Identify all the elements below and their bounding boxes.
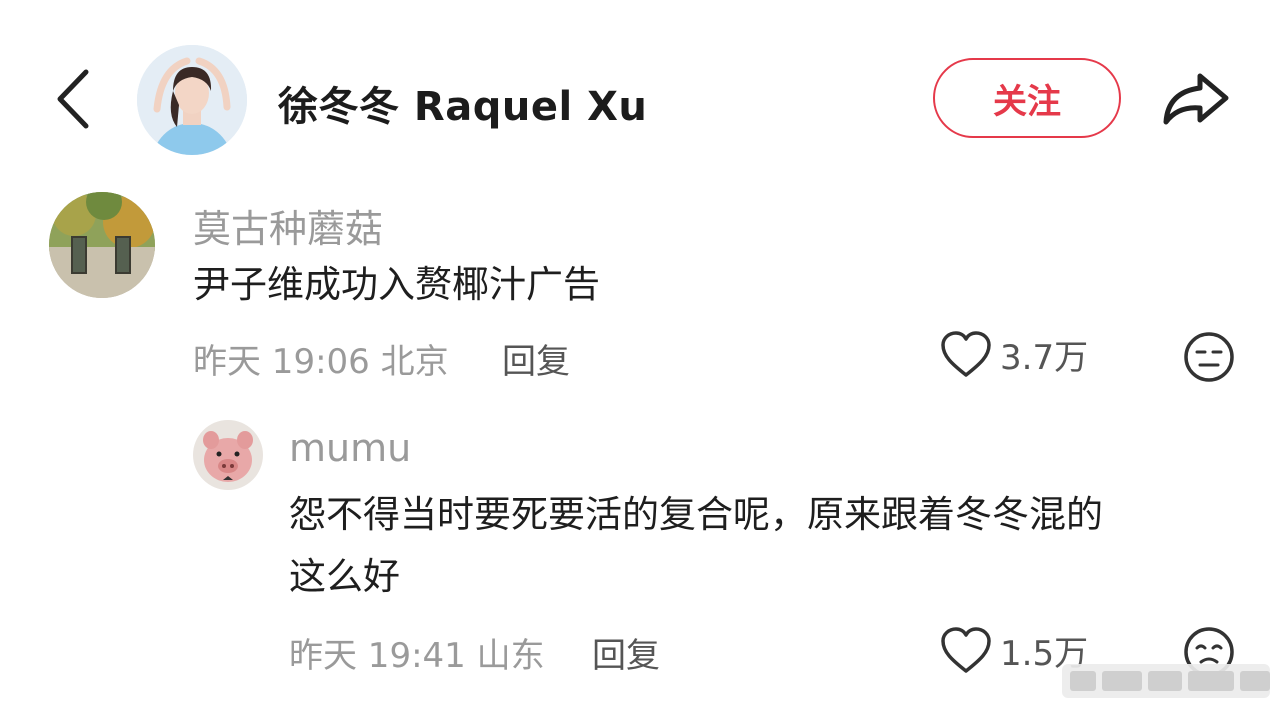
- watermark-mark: [1188, 671, 1234, 691]
- reply-button[interactable]: 回复: [502, 334, 570, 383]
- comment-location: 山东: [476, 636, 545, 676]
- commenter-avatar[interactable]: [49, 192, 155, 298]
- avatar-image: [49, 192, 155, 298]
- profile-avatar[interactable]: [137, 45, 247, 155]
- watermark-mark: [1102, 671, 1142, 691]
- comment-text-line-1: 怨不得当时要死要活的复合呢，原来跟着冬冬混的: [289, 493, 1103, 536]
- reaction-button[interactable]: [1183, 331, 1235, 387]
- avatar-image: [137, 45, 247, 155]
- share-arrow-icon: [1163, 73, 1229, 125]
- back-button[interactable]: [52, 66, 96, 132]
- watermark-mark: [1240, 671, 1270, 691]
- comment-meta: 昨天 19:06 北京: [193, 334, 449, 383]
- comment-meta: 昨天 19:41 山东: [289, 628, 545, 677]
- comment-text-line-2: 这么好: [289, 555, 400, 598]
- watermark-overlay: [1062, 664, 1270, 698]
- watermark-mark: [1148, 671, 1182, 691]
- like-button[interactable]: 3.7万: [940, 330, 1088, 379]
- comment-text: 尹子维成功入赘椰汁广告: [193, 263, 600, 306]
- reply-button[interactable]: 回复: [592, 628, 660, 677]
- chevron-left-icon: [57, 69, 89, 129]
- page-title: 徐冬冬 Raquel Xu: [278, 84, 648, 130]
- comment-time: 昨天 19:06: [193, 342, 370, 382]
- share-button[interactable]: [1160, 68, 1232, 128]
- follow-button[interactable]: 关注: [933, 58, 1121, 138]
- comment-time: 昨天 19:41: [289, 636, 466, 676]
- like-count: 3.7万: [1000, 338, 1089, 378]
- neutral-face-icon: [1184, 332, 1234, 382]
- commenter-username[interactable]: 莫古种蘑菇: [193, 198, 383, 253]
- heart-icon: [941, 330, 991, 377]
- comment-location: 北京: [380, 342, 449, 382]
- avatar-image: [193, 420, 263, 490]
- commenter-avatar[interactable]: [193, 420, 263, 490]
- heart-icon: [941, 626, 991, 673]
- commenter-username[interactable]: mumu: [289, 426, 411, 470]
- watermark-mark: [1070, 671, 1096, 691]
